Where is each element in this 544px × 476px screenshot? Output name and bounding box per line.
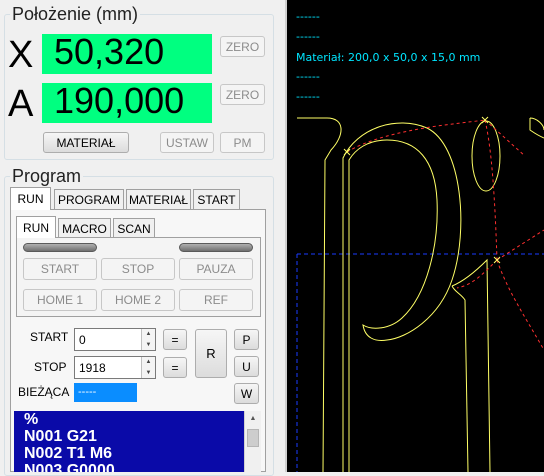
toolpath-segment	[484, 119, 498, 261]
pm-button[interactable]: PM	[220, 132, 265, 153]
toolpath-segment	[496, 259, 544, 351]
toolpath-segment	[496, 229, 544, 261]
start-line-spinner[interactable]: ▲ ▼	[141, 329, 155, 350]
a-position-readout: 190,000	[42, 83, 212, 123]
current-line-value: -----	[78, 386, 97, 398]
material-button[interactable]: MATERIAŁ	[43, 132, 129, 153]
subtab-run[interactable]: RUN	[16, 216, 56, 238]
x-axis-letter: X	[8, 34, 34, 76]
start-line-value: 0	[79, 332, 86, 347]
toolpath-segment	[456, 259, 498, 289]
w-button[interactable]: W	[234, 383, 259, 404]
gcode-listing[interactable]: % N001 G21 N002 T1 M6 N003 G0000	[14, 411, 244, 472]
ref-button[interactable]: REF	[179, 289, 253, 311]
start-line-input[interactable]: 0 ▲ ▼	[74, 328, 156, 351]
stop-line-value: 1918	[79, 360, 106, 375]
r-button[interactable]: R	[195, 329, 227, 378]
control-panel: Położenie (mm) X 50,320 ZERO A 190,000 Z…	[0, 0, 285, 476]
toolpath-drawing	[296, 116, 544, 472]
x-zero-button[interactable]: ZERO	[220, 36, 265, 57]
stop-button[interactable]: STOP	[101, 258, 175, 280]
toolpath-segment	[484, 119, 526, 157]
start-button[interactable]: START	[23, 258, 97, 280]
current-line-field: -----	[74, 383, 137, 402]
start-equals-button[interactable]: =	[163, 329, 187, 350]
scroll-up-icon[interactable]: ▲	[245, 411, 261, 427]
right-slider[interactable]	[179, 243, 253, 252]
tab-run[interactable]: RUN	[10, 187, 51, 210]
start-line-label: START	[30, 330, 69, 344]
x-position-readout: 50,320	[42, 34, 212, 74]
subtab-macro[interactable]: MACRO	[58, 218, 111, 238]
home1-button[interactable]: HOME 1	[23, 289, 97, 311]
stop-line-input[interactable]: 1918 ▲ ▼	[74, 356, 156, 379]
gcode-line: N001 G21	[24, 428, 97, 445]
cad-preview-canvas[interactable]: ------ ------ Materiał: 200,0 x 50,0 x 1…	[287, 0, 544, 472]
program-title: Program	[10, 166, 84, 186]
home2-button[interactable]: HOME 2	[101, 289, 175, 311]
current-line-label: BIEŻĄCA	[18, 385, 70, 399]
subtab-scan[interactable]: SCAN	[113, 218, 155, 238]
left-slider[interactable]	[23, 243, 97, 252]
a-zero-button[interactable]: ZERO	[220, 84, 265, 105]
position-title: Położenie (mm)	[10, 4, 141, 24]
glyph-outline	[529, 117, 544, 139]
scroll-thumb[interactable]	[247, 429, 259, 447]
gcode-scrollbar[interactable]: ▲	[244, 411, 261, 472]
tab-material[interactable]: MATERIAŁ	[126, 189, 191, 209]
u-button[interactable]: U	[234, 356, 259, 377]
pause-button[interactable]: PAUZA	[179, 258, 253, 280]
glyph-outline	[297, 117, 342, 472]
gcode-line: N003 G0000	[24, 462, 115, 472]
glyph-outline	[451, 258, 491, 472]
stop-line-label: STOP	[34, 360, 67, 374]
tab-start[interactable]: START	[193, 189, 240, 209]
a-axis-letter: A	[8, 83, 34, 125]
tab-program[interactable]: PROGRAM	[54, 189, 124, 209]
stop-equals-button[interactable]: =	[163, 357, 187, 378]
gcode-line: %	[24, 411, 39, 428]
glyph-outline	[342, 122, 462, 472]
glyph-outline	[471, 120, 501, 192]
gcode-line: N002 T1 M6	[24, 445, 113, 462]
ustaw-button[interactable]: USTAW	[160, 132, 214, 153]
p-button[interactable]: P	[234, 329, 259, 350]
stop-line-spinner[interactable]: ▲ ▼	[141, 357, 155, 378]
